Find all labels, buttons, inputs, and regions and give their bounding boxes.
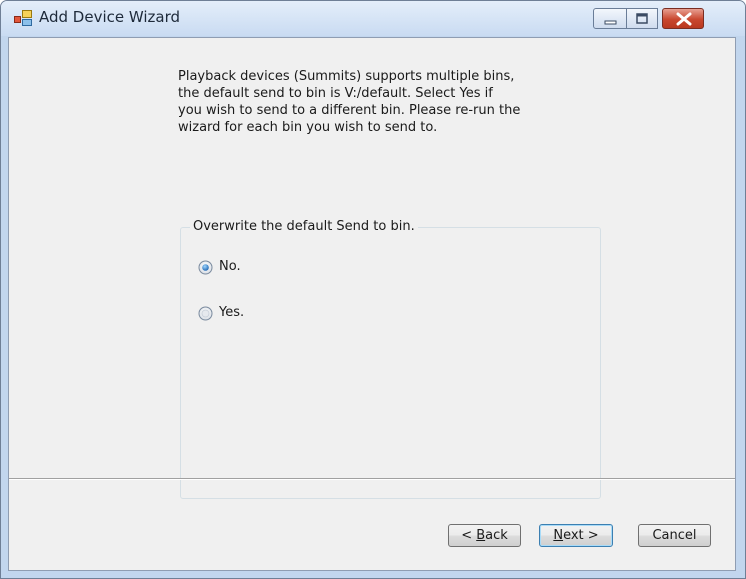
radio-unchecked-icon[interactable] (198, 306, 213, 321)
title-bar[interactable]: Add Device Wizard (1, 1, 745, 36)
groupbox-label: Overwrite the default Send to bin. (190, 219, 418, 234)
radio-checked-icon[interactable] (198, 260, 213, 275)
send-to-bin-groupbox: Overwrite the default Send to bin. No. Y… (180, 219, 601, 499)
cancel-button[interactable]: Cancel (638, 524, 711, 547)
minimize-icon (604, 20, 617, 25)
back-button[interactable]: < Back (448, 524, 521, 547)
maximize-button[interactable] (627, 8, 658, 29)
wizard-window: Add Device Wizard Playback devices (Summ… (0, 0, 746, 579)
window-title: Add Device Wizard (39, 8, 181, 26)
maximize-icon (636, 13, 648, 24)
next-button-label: ext > (563, 528, 599, 543)
minimize-button[interactable] (593, 8, 627, 29)
back-button-label: ack (485, 528, 508, 543)
next-button-mnemonic: N (553, 528, 564, 543)
footer-separator (9, 478, 735, 480)
back-button-prefix: < (461, 528, 477, 543)
wizard-app-icon (14, 10, 32, 26)
radio-label-no: No. (219, 259, 241, 274)
close-icon (676, 12, 692, 26)
close-button[interactable] (662, 8, 704, 29)
radio-label-yes: Yes. (219, 305, 245, 320)
instruction-text: Playback devices (Summits) supports mult… (178, 69, 521, 135)
wizard-page: Playback devices (Summits) supports mult… (8, 37, 736, 571)
cancel-button-label: Cancel (652, 528, 697, 543)
back-button-mnemonic: B (476, 528, 486, 543)
next-button[interactable]: Next > (539, 524, 613, 547)
